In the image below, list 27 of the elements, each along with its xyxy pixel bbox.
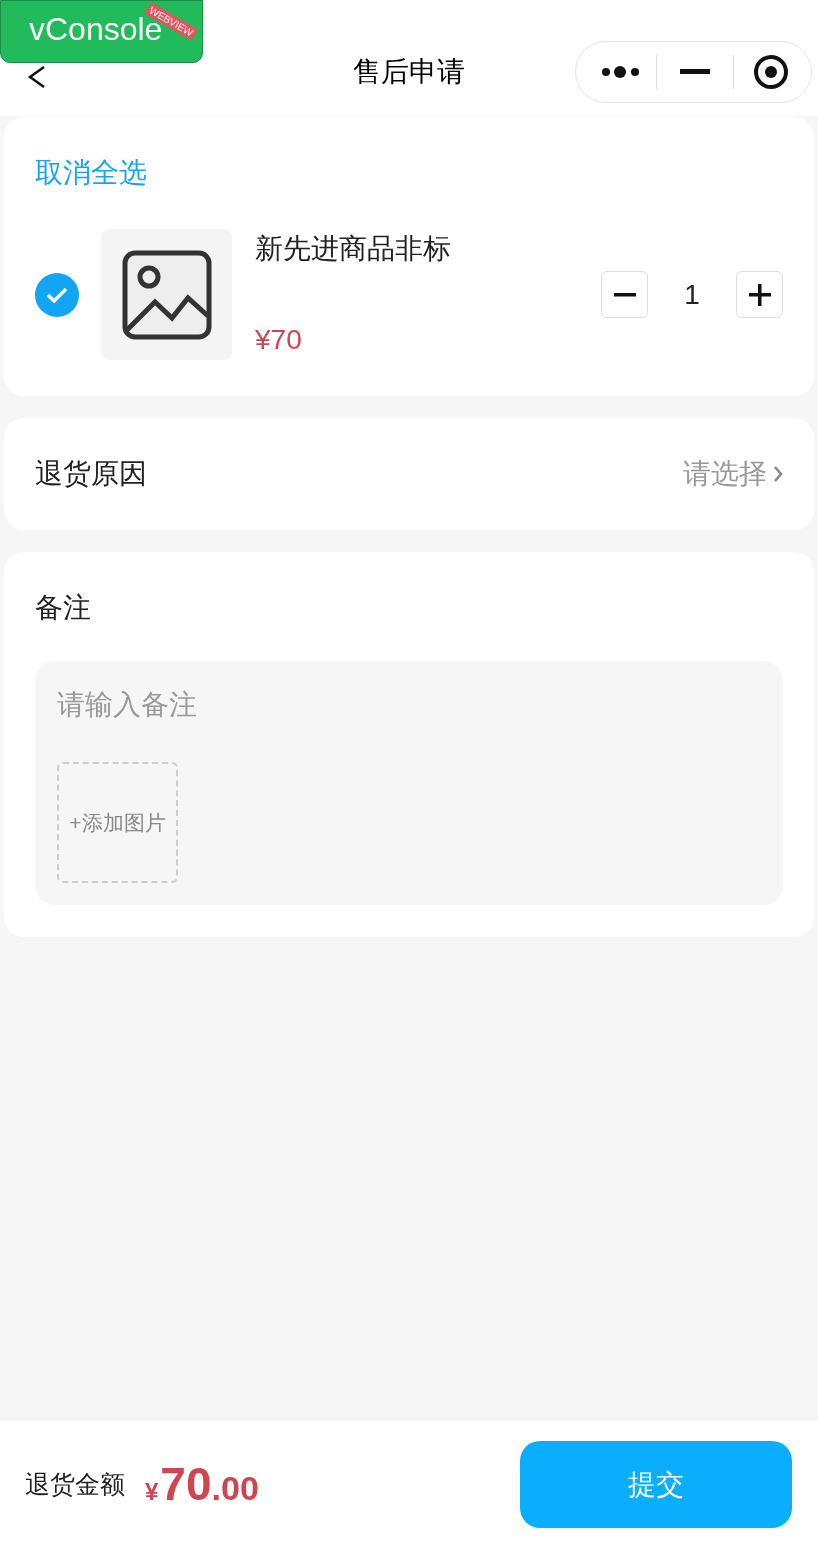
quantity-value: 1 (683, 277, 701, 312)
reason-row[interactable]: 退货原因 请选择 (4, 418, 814, 530)
product-name: 新先进商品非标 (255, 232, 452, 266)
back-icon[interactable] (26, 65, 46, 89)
deselect-all-link[interactable]: 取消全选 (35, 157, 147, 188)
refund-amount-label: 退货金额 (25, 1468, 125, 1500)
image-placeholder-icon (121, 249, 212, 340)
page-title: 售后申请 (352, 55, 466, 89)
remark-field[interactable]: 请输入备注 +添加图片 (35, 661, 783, 905)
decrease-button[interactable] (601, 271, 648, 318)
close-icon[interactable] (753, 54, 789, 90)
product-price: ¥70 (255, 323, 303, 357)
remark-placeholder: 请输入备注 (57, 688, 198, 722)
chevron-right-icon (773, 465, 783, 483)
refund-amount: ¥70.00 (145, 1457, 259, 1512)
check-icon (46, 286, 68, 303)
reason-label: 退货原因 (35, 457, 147, 491)
increase-button[interactable] (736, 271, 783, 318)
remark-label: 备注 (35, 592, 91, 623)
minimize-icon[interactable] (680, 69, 710, 75)
more-icon[interactable] (601, 66, 641, 78)
submit-button[interactable]: 提交 (520, 1441, 792, 1528)
item-checkbox[interactable] (35, 272, 79, 317)
plus-icon (748, 283, 771, 306)
reason-placeholder: 请选择 (683, 457, 767, 491)
minus-icon (613, 292, 636, 297)
add-image-button[interactable]: +添加图片 (57, 762, 178, 883)
